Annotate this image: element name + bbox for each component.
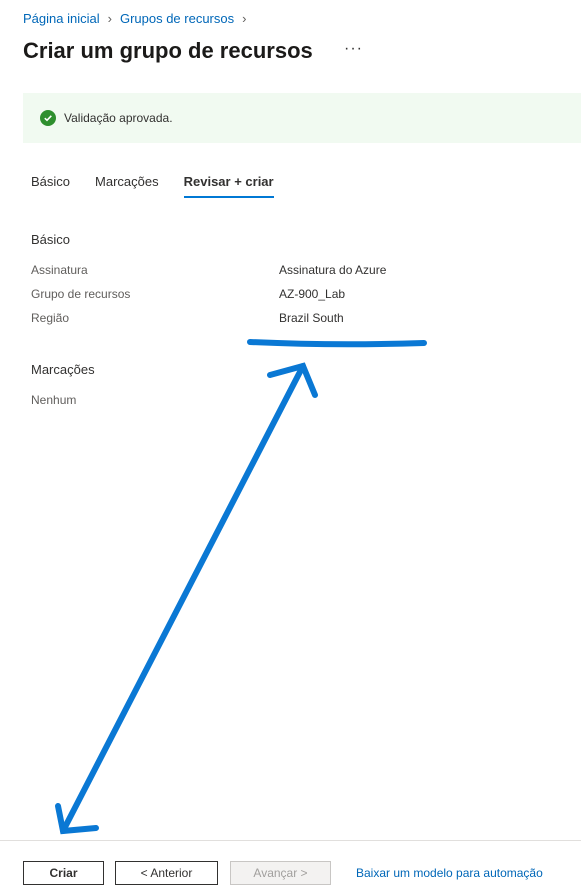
tab-tags[interactable]: Marcações <box>95 174 159 198</box>
annotation-double-arrow <box>60 363 306 834</box>
page-title: Criar um grupo de recursos <box>23 38 313 63</box>
tags-value: Nenhum <box>31 393 77 407</box>
annotation-arrowhead-top <box>267 362 318 398</box>
previous-button[interactable]: < Anterior <box>115 861 218 885</box>
check-circle-icon <box>40 110 56 126</box>
breadcrumb-home[interactable]: Página inicial <box>23 11 100 26</box>
section-title-tags: Marcações <box>31 362 95 377</box>
resource-group-value: AZ-900_Lab <box>279 287 346 301</box>
subscription-label: Assinatura <box>31 263 88 277</box>
breadcrumb-resource-groups[interactable]: Grupos de recursos <box>120 11 234 26</box>
banner-text: Validação aprovada. <box>64 111 173 125</box>
annotation-arrowhead-bottom <box>55 803 99 835</box>
annotation-underline <box>247 339 427 348</box>
validation-banner: Validação aprovada. <box>23 93 581 143</box>
chevron-right-icon: › <box>242 11 247 26</box>
subscription-value: Assinatura do Azure <box>279 263 387 277</box>
footer-divider <box>0 840 581 841</box>
region-value: Brazil South <box>279 311 344 325</box>
resource-group-label: Grupo de recursos <box>31 287 131 301</box>
breadcrumb: Página inicial › Grupos de recursos › <box>23 11 254 26</box>
section-title-basics: Básico <box>31 232 71 247</box>
more-options-button[interactable]: ··· <box>344 40 363 58</box>
tab-bar: Básico Marcações Revisar + criar <box>31 174 299 198</box>
create-button[interactable]: Criar <box>23 861 104 885</box>
chevron-right-icon: › <box>107 11 112 26</box>
download-template-link[interactable]: Baixar um modelo para automação <box>356 866 543 880</box>
region-label: Região <box>31 311 70 325</box>
tab-basics[interactable]: Básico <box>31 174 70 198</box>
next-button[interactable]: Avançar > <box>230 861 331 885</box>
tab-review-create[interactable]: Revisar + criar <box>183 174 274 198</box>
